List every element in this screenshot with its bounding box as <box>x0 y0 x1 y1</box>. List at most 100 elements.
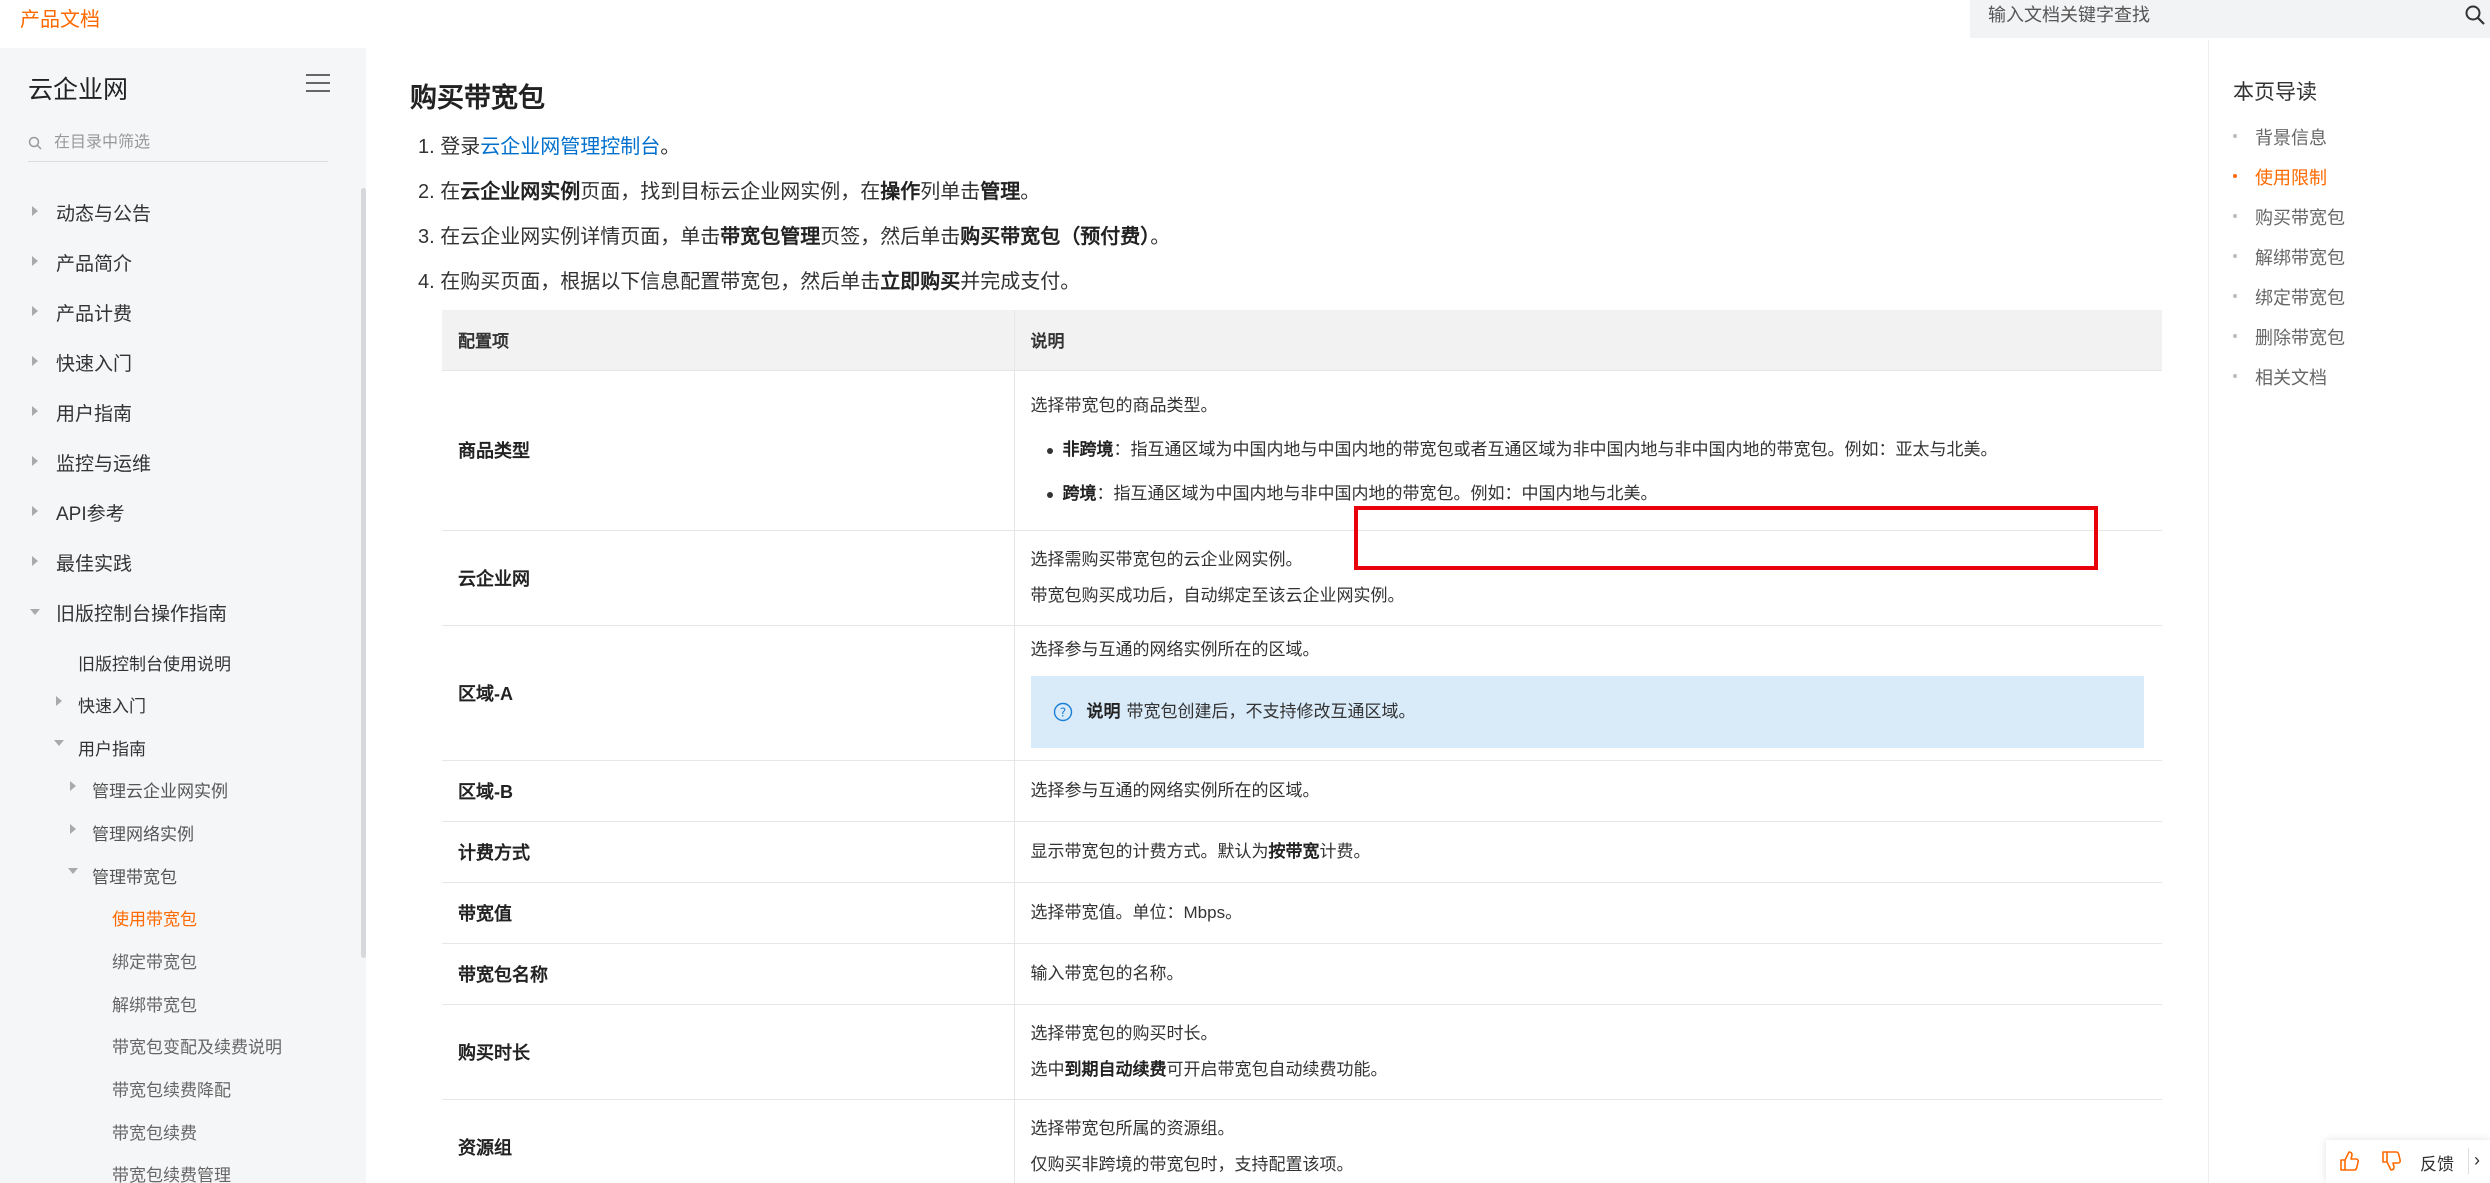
main-content: 购买带宽包 1. 登录云企业网管理控制台。 2. 在云企业网实例页面，找到目标云… <box>366 40 2208 1183</box>
catalog-filter <box>28 128 328 162</box>
brand-link[interactable]: 产品文档 <box>20 3 100 32</box>
row-desc: 显示带宽包的计费方式。默认为按带宽计费。 <box>1014 821 2162 883</box>
sidebar-item-manage-cen[interactable]: 管理云企业网实例 <box>92 777 228 802</box>
chevron-right-icon[interactable] <box>70 824 76 834</box>
page-toc: 本页导读 背景信息 使用限制 购买带宽包 解绑带宽包 绑定带宽包 删除带宽包 相… <box>2208 40 2490 1183</box>
step-2: 2. 在云企业网实例页面，找到目标云企业网实例，在操作列单击管理。 <box>418 181 1041 203</box>
row-desc: 选择带宽包的购买时长。 选中到期自动续费可开启带宽包自动续费功能。 <box>1014 1004 2162 1100</box>
row-desc: 选择参与互通的网络实例所在的区域。 ? 说明 带宽包创建后，不支持修改互通区域。 <box>1014 625 2162 761</box>
toc-item-background[interactable]: 背景信息 <box>2233 124 2327 150</box>
sidebar-title: 云企业网 <box>28 76 129 104</box>
table-row: 带宽值 选择带宽值。单位：Mbps。 <box>442 882 2162 944</box>
sidebar-item-legacy-user-guide[interactable]: 用户指南 <box>78 735 146 760</box>
sidebar-item-renew[interactable]: 带宽包续费 <box>112 1119 197 1144</box>
catalog-filter-input[interactable] <box>54 130 324 156</box>
row-key: 资源组 <box>442 1099 1015 1183</box>
row-desc: 选择带宽值。单位：Mbps。 <box>1014 882 2162 944</box>
page-title: 购买带宽包 <box>410 83 545 113</box>
sidebar-item-manage-bandwidth[interactable]: 管理带宽包 <box>92 863 177 888</box>
feedback-label[interactable]: 反馈 <box>2420 1150 2454 1175</box>
table-header-config: 配置项 <box>442 310 1015 371</box>
toc-item-delete[interactable]: 删除带宽包 <box>2233 324 2345 350</box>
search-icon <box>28 136 42 150</box>
chevron-right-icon[interactable]: › <box>2474 1150 2480 1171</box>
row-desc: 选择参与互通的网络实例所在的区域。 <box>1014 760 2162 822</box>
toc-item-buy[interactable]: 购买带宽包 <box>2233 204 2345 230</box>
chevron-right-icon[interactable] <box>32 556 38 566</box>
sidebar-item-unbind-bandwidth[interactable]: 解绑带宽包 <box>112 991 197 1016</box>
top-bar: 产品文档 <box>0 0 2490 40</box>
console-link[interactable]: 云企业网管理控制台 <box>480 136 660 158</box>
thumbs-up-icon[interactable] <box>2338 1150 2360 1172</box>
row-key: 带宽值 <box>442 882 1015 944</box>
sidebar-item-legacy-console[interactable]: 旧版控制台操作指南 <box>56 599 227 626</box>
row-desc: 选择带宽包所属的资源组。 仅购买非跨境的带宽包时，支持配置该项。 <box>1014 1099 2162 1183</box>
sidebar-item-change-renew[interactable]: 带宽包变配及续费说明 <box>112 1033 282 1058</box>
chevron-right-icon[interactable] <box>32 206 38 216</box>
row-key: 区域-A <box>442 625 1015 761</box>
row-key: 商品类型 <box>442 370 1015 531</box>
toc-item-unbind[interactable]: 解绑带宽包 <box>2233 244 2345 270</box>
search-input[interactable] <box>1988 0 2418 30</box>
chevron-down-icon[interactable] <box>68 868 78 874</box>
table-row: 区域-A 选择参与互通的网络实例所在的区域。 ? 说明 带宽包创建后，不支持修改互… <box>442 625 2162 761</box>
sidebar-item-legacy-usage[interactable]: 旧版控制台使用说明 <box>78 650 231 675</box>
chevron-down-icon[interactable] <box>30 609 40 615</box>
sidebar-item-use-bandwidth[interactable]: 使用带宽包 <box>112 905 197 930</box>
sidebar-item-manage-network[interactable]: 管理网络实例 <box>92 820 194 845</box>
chevron-right-icon[interactable] <box>56 696 62 706</box>
sidebar-item-news[interactable]: 动态与公告 <box>56 199 151 226</box>
sidebar-item-user-guide[interactable]: 用户指南 <box>56 399 132 426</box>
sidebar-item-api[interactable]: API参考 <box>56 499 125 526</box>
row-desc: 输入带宽包的名称。 <box>1014 943 2162 1005</box>
sidebar-item-legacy-quickstart[interactable]: 快速入门 <box>78 692 146 717</box>
step-4: 4. 在购买页面，根据以下信息配置带宽包，然后单击立即购买并完成支付。 <box>418 271 1081 293</box>
search-icon[interactable] <box>2464 4 2486 26</box>
sidebar-item-renew-manage[interactable]: 带宽包续费管理 <box>112 1161 231 1183</box>
feedback-widget: 反馈 › <box>2326 1140 2490 1183</box>
thumbs-down-icon[interactable] <box>2380 1150 2402 1172</box>
step-1: 1. 登录云企业网管理控制台。 <box>418 136 681 158</box>
table-row: 购买时长 选择带宽包的购买时长。 选中到期自动续费可开启带宽包自动续费功能。 <box>442 1004 2162 1100</box>
table-row: 计费方式 显示带宽包的计费方式。默认为按带宽计费。 <box>442 821 2162 883</box>
row-key: 购买时长 <box>442 1004 1015 1100</box>
toc-item-limits[interactable]: 使用限制 <box>2233 164 2327 190</box>
chevron-right-icon[interactable] <box>32 306 38 316</box>
note-box: ? 说明 带宽包创建后，不支持修改互通区域。 <box>1030 675 2144 748</box>
svg-text:?: ? <box>1059 705 1065 719</box>
table-header-row: 配置项 说明 <box>442 310 2162 371</box>
sidebar: 云企业网 动态与公告 产品简介 产品计费 快速入门 用户指南 监控与运维 API… <box>0 48 366 1183</box>
sidebar-item-billing[interactable]: 产品计费 <box>56 299 132 326</box>
sidebar-item-best-practices[interactable]: 最佳实践 <box>56 549 132 576</box>
toc-title: 本页导读 <box>2233 81 2317 104</box>
chevron-down-icon[interactable] <box>54 740 64 746</box>
table-header-desc: 说明 <box>1014 310 2162 371</box>
table-row: 带宽包名称 输入带宽包的名称。 <box>442 943 2162 1005</box>
chevron-right-icon[interactable] <box>70 781 76 791</box>
help-circle-icon: ? <box>1053 702 1072 721</box>
chevron-right-icon[interactable] <box>32 356 38 366</box>
sidebar-item-bind-bandwidth[interactable]: 绑定带宽包 <box>112 948 197 973</box>
row-key: 区域-B <box>442 760 1015 822</box>
menu-icon[interactable] <box>306 74 330 94</box>
chevron-right-icon[interactable] <box>32 456 38 466</box>
doc-search <box>1970 0 2490 38</box>
toc-item-bind[interactable]: 绑定带宽包 <box>2233 284 2345 310</box>
sidebar-item-intro[interactable]: 产品简介 <box>56 249 132 276</box>
sidebar-item-renew-downgrade[interactable]: 带宽包续费降配 <box>112 1076 231 1101</box>
chevron-right-icon[interactable] <box>32 256 38 266</box>
chevron-right-icon[interactable] <box>32 506 38 516</box>
table-row: 区域-B 选择参与互通的网络实例所在的区域。 <box>442 760 2162 822</box>
feedback-divider <box>2468 1148 2469 1174</box>
sidebar-item-quickstart[interactable]: 快速入门 <box>56 349 132 376</box>
sidebar-item-monitoring[interactable]: 监控与运维 <box>56 449 151 476</box>
chevron-right-icon[interactable] <box>32 406 38 416</box>
highlight-annotation <box>1354 506 2098 570</box>
config-table: 配置项 说明 商品类型 选择带宽包的商品类型。 非跨境：指互通区域为中国内地与中… <box>442 310 2162 1183</box>
step-3: 3. 在云企业网实例详情页面，单击带宽包管理页签，然后单击购买带宽包（预付费）。 <box>418 226 1171 248</box>
table-row: 资源组 选择带宽包所属的资源组。 仅购买非跨境的带宽包时，支持配置该项。 <box>442 1099 2162 1183</box>
row-key: 带宽包名称 <box>442 943 1015 1005</box>
row-key: 云企业网 <box>442 530 1015 626</box>
row-key: 计费方式 <box>442 821 1015 883</box>
toc-item-related[interactable]: 相关文档 <box>2233 364 2327 390</box>
